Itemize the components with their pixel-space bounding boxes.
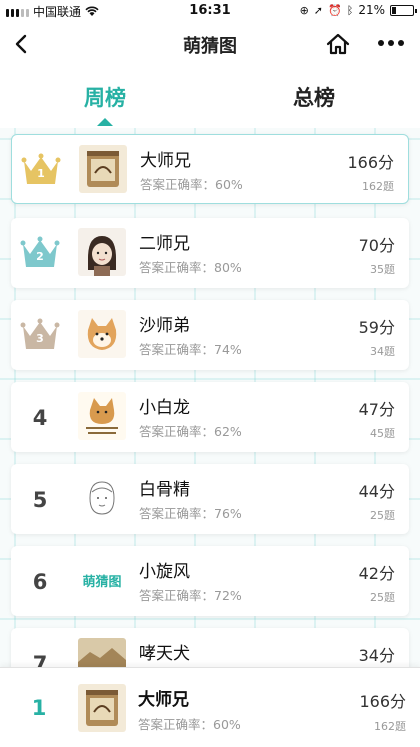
score-value: 44分 [358,482,395,501]
accuracy-text: 答案正确率：74% [139,342,242,357]
score-value: 47分 [358,400,395,419]
my-avatar [78,684,126,732]
bronze-crown-icon: 3 [19,316,61,354]
nav-bar: 萌猜图 [0,22,420,68]
rank-number: 5 [32,488,48,512]
player-name: 二师兄 [139,234,190,254]
rank-number: 4 [32,406,48,430]
tab-weekly[interactable]: 周榜 [45,82,165,112]
player-name: 白骨精 [139,480,190,500]
question-count: 25题 [370,509,395,522]
player-name: 大师兄 [140,151,191,171]
my-name: 大师兄 [138,690,189,710]
ranking-tabs: 周榜 总榜 [0,68,420,128]
score-value: 166分 [347,153,394,172]
question-count: 162题 [362,180,394,193]
question-count: 45题 [370,427,395,440]
rank-number: 6 [32,570,48,594]
score-value: 70分 [358,236,395,255]
more-menu-icon[interactable] [378,40,404,46]
accuracy-text: 答案正确率：76% [139,506,242,521]
player-name: 哮天犬 [139,644,190,664]
page-title: 萌猜图 [183,36,237,57]
my-question-count: 162题 [374,720,406,733]
tab-active-indicator [97,118,113,126]
gold-crown-icon: 1 [20,151,62,189]
sketch-girl-avatar [78,228,126,276]
ranking-card-5[interactable]: 5 白骨精 答案正确率：76% 44分 25题 [11,464,409,534]
rank-number: 1 [37,167,45,180]
question-count: 35题 [370,263,395,276]
battery-label: 21% [358,3,385,17]
line-drawing-avatar [78,474,126,522]
accuracy-text: 答案正确率：72% [139,588,242,603]
alarm-icon: ⏰ [328,3,342,17]
ranking-card-6[interactable]: 6 萌猜图 小旋风 答案正确率：72% 42分 25题 [11,546,409,616]
cup-avatar [79,145,127,193]
shiba-dog-avatar [78,310,126,358]
my-score: 166分 [359,692,406,711]
tab-total[interactable]: 总榜 [254,82,374,112]
status-bar: 中国联通 16:31 ⊕ ➚ ⏰ ᛒ 21% [0,0,420,22]
ranking-card-2[interactable]: 2 二师兄 答案正确率：80% 70分 35题 [11,218,409,288]
player-name: 沙师弟 [139,316,190,336]
logo-avatar-text: 萌猜图 [82,574,122,590]
my-rank-number: 1 [31,696,47,720]
score-value: 42分 [358,564,395,583]
question-count: 34题 [370,345,395,358]
ranking-card-4[interactable]: 4 小白龙 答案正确率：62% 47分 45题 [11,382,409,452]
lock-rotation-icon: ⊕ [299,3,309,17]
logo-avatar: 萌猜图 [78,556,126,604]
accuracy-text: 答案正确率：60% [140,177,243,192]
battery-icon [390,4,417,16]
my-ranking-bar: 1 大师兄 答案正确率：60% 166分 162题 [0,667,420,747]
ranking-card-3[interactable]: 3 沙师弟 答案正确率：74% 59分 34题 [11,300,409,370]
location-icon: ➚ [313,3,324,17]
bluetooth-icon: ᛒ [346,3,354,17]
rank-number: 3 [36,332,44,345]
dog-meme-avatar [78,392,126,440]
rank-area: 4 [19,398,61,436]
player-name: 小白龙 [139,398,190,418]
ranking-card-1[interactable]: 1 大师兄 答案正确率：60% 166分 162题 [11,134,409,204]
silver-crown-icon: 2 [19,234,61,272]
accuracy-text: 答案正确率：62% [139,424,242,439]
question-count: 25题 [370,591,395,604]
rank-number: 2 [36,250,44,263]
score-value: 59分 [358,318,395,337]
home-icon[interactable] [325,31,351,57]
rank-area: 6 [19,562,61,600]
rank-area: 5 [19,480,61,518]
my-accuracy: 答案正确率：60% [138,717,241,732]
player-name: 小旋风 [139,562,190,582]
accuracy-text: 答案正确率：80% [139,260,242,275]
status-right: ⊕ ➚ ⏰ ᛒ 21% [299,3,417,17]
score-value: 34分 [358,646,395,665]
